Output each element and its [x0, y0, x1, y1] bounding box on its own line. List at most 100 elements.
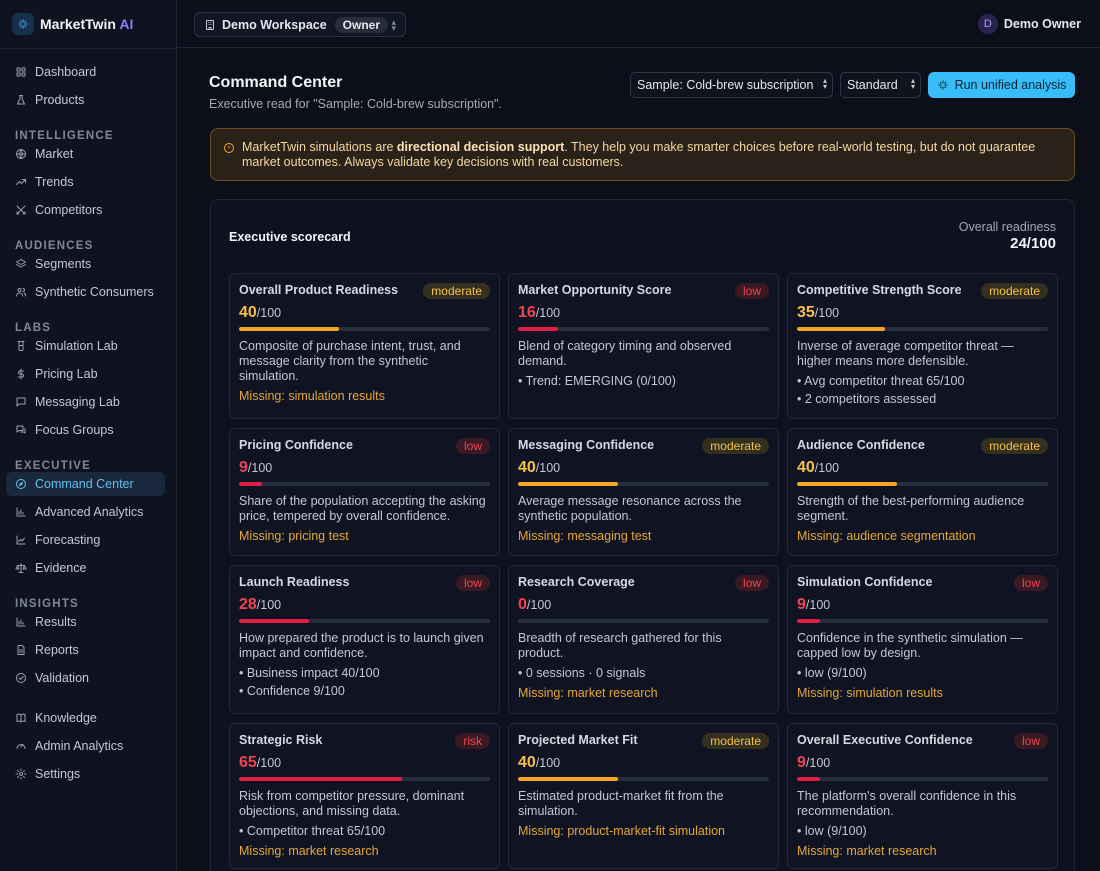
- score-detail: • 2 competitors assessed: [797, 392, 937, 406]
- sidebar-item-forecasting[interactable]: Forecasting: [6, 528, 165, 552]
- score-progress-fill: [797, 327, 885, 331]
- sidebar-item-label: Pricing Lab: [35, 367, 98, 381]
- sidebar-item-focus-groups[interactable]: Focus Groups: [6, 418, 165, 442]
- score-number: 0: [518, 596, 527, 613]
- score-card-title: Market Opportunity Score: [518, 283, 672, 297]
- missing-data-note: Missing: market research: [797, 844, 937, 858]
- sidebar-item-competitors[interactable]: Competitors: [6, 198, 165, 222]
- score-card-simulation-confidence: Simulation Confidence low 9/100 Confidence …: [787, 565, 1058, 714]
- score-card-market-opportunity-score: Market Opportunity Score low 16/100 Blend o…: [508, 273, 779, 419]
- score-number: 9: [797, 754, 806, 771]
- sidebar-item-label: Competitors: [35, 203, 103, 217]
- building-icon: [206, 19, 214, 30]
- bar-chart-icon: [16, 617, 26, 627]
- score-progress-bar: [797, 777, 1048, 781]
- sidebar-item-label: Results: [35, 615, 77, 629]
- score-value: 65/100: [239, 754, 490, 772]
- run-analysis-button[interactable]: Run unified analysis: [928, 72, 1075, 98]
- sidebar-item-dashboard[interactable]: Dashboard: [6, 60, 165, 84]
- check-circle-icon: [16, 673, 26, 683]
- page-subtitle: Executive read for "Sample: Cold-brew su…: [209, 97, 503, 111]
- overall-readiness-label: Overall readiness: [958, 220, 1056, 234]
- brand[interactable]: MarketTwin AI: [0, 0, 176, 48]
- level-badge: low: [734, 283, 769, 299]
- sidebar-item-simulation-lab[interactable]: Simulation Lab: [6, 334, 165, 358]
- score-denominator: /100: [805, 756, 831, 770]
- beaker-icon: [17, 341, 25, 351]
- sidebar-item-command-center[interactable]: Command Center: [6, 472, 165, 496]
- mode-select[interactable]: Standard ▴ ▾: [840, 72, 921, 98]
- score-card-title: Simulation Confidence: [797, 575, 933, 589]
- score-number: 35: [797, 304, 815, 321]
- sidebar-item-knowledge[interactable]: Knowledge: [6, 706, 165, 730]
- score-value: 40/100: [797, 459, 1048, 477]
- brand-name: MarketTwin AI: [40, 16, 134, 32]
- score-progress-fill: [797, 482, 898, 486]
- sidebar-item-advanced-analytics[interactable]: Advanced Analytics: [6, 500, 165, 524]
- score-description: Strength of the best-performing audience…: [797, 494, 1025, 523]
- sidebar-item-market[interactable]: Market: [6, 142, 165, 166]
- score-progress-fill: [518, 327, 559, 331]
- level-badge: low: [455, 438, 490, 454]
- score-denominator: /100: [814, 306, 840, 320]
- score-card-title: Launch Readiness: [239, 575, 350, 589]
- score-denominator: /100: [535, 756, 561, 770]
- score-denominator: /100: [256, 756, 282, 770]
- workspace-name: Demo Workspace: [222, 17, 327, 32]
- score-progress-bar: [518, 777, 769, 781]
- score-card-pricing-confidence: Pricing Confidence low 9/100 Share of the p…: [229, 428, 500, 556]
- sidebar-item-label: Settings: [35, 767, 81, 781]
- score-denominator: /100: [247, 461, 273, 475]
- sidebar-item-synthetic-consumers[interactable]: Synthetic Consumers: [6, 280, 165, 304]
- sidebar-item-evidence[interactable]: Evidence: [6, 556, 165, 580]
- user-menu[interactable]: D Demo Owner: [977, 14, 1081, 34]
- score-denominator: /100: [805, 598, 831, 612]
- mode-select-value: Standard: [847, 78, 898, 92]
- nav-section-audiences: AUDIENCES: [15, 240, 94, 252]
- score-progress-bar: [797, 482, 1048, 486]
- sidebar-item-results[interactable]: Results: [6, 610, 165, 634]
- score-card-audience-confidence: Audience Confidence moderate 40/100 Strengt…: [787, 428, 1058, 556]
- main-content: Command Center Executive read for "Sampl…: [177, 49, 1100, 871]
- gauge-icon: [16, 744, 26, 749]
- score-card-overall-executive-confidence: Overall Executive Confidence low 9/100 The …: [787, 723, 1058, 869]
- score-description: Average message resonance across the syn…: [518, 494, 742, 523]
- message-icon: [16, 397, 26, 407]
- score-card-strategic-risk: Strategic Risk risk 65/100 Risk from compet…: [229, 723, 500, 869]
- sidebar-item-reports[interactable]: Reports: [6, 638, 165, 662]
- sidebar-item-label: Messaging Lab: [35, 395, 120, 409]
- sidebar-item-settings[interactable]: Settings: [6, 762, 165, 786]
- bar-chart-icon: [16, 507, 26, 517]
- level-badge: moderate: [423, 283, 490, 299]
- sidebar-item-validation[interactable]: Validation: [6, 666, 165, 690]
- score-number: 40: [239, 304, 257, 321]
- sidebar-item-admin-analytics[interactable]: Admin Analytics: [6, 734, 165, 758]
- sidebar-item-trends[interactable]: Trends: [6, 170, 165, 194]
- product-select[interactable]: Sample: Cold-brew subscription ▴ ▾: [630, 72, 833, 98]
- missing-data-note: Missing: market research: [239, 844, 379, 858]
- sidebar-item-label: Command Center: [35, 477, 134, 491]
- score-detail: • Confidence 9/100: [239, 684, 345, 698]
- sidebar-item-messaging-lab[interactable]: Messaging Lab: [6, 390, 165, 414]
- sparkle-logo-icon: [12, 13, 34, 35]
- score-denominator: /100: [814, 461, 840, 475]
- sidebar-item-pricing-lab[interactable]: Pricing Lab: [6, 362, 165, 386]
- workspace-switcher[interactable]: Demo Workspace Owner ▴ ▾: [194, 12, 406, 37]
- page-title: Command Center: [209, 74, 343, 91]
- score-value: 0/100: [518, 596, 769, 614]
- score-card-launch-readiness: Launch Readiness low 28/100 How prepared th…: [229, 565, 500, 714]
- sidebar-item-products[interactable]: Products: [6, 88, 165, 112]
- score-card-title: Strategic Risk: [239, 733, 323, 747]
- score-card-competitive-strength-score: Competitive Strength Score moderate 35/100…: [787, 273, 1058, 419]
- score-progress-fill: [797, 619, 820, 623]
- level-badge: low: [455, 575, 490, 591]
- sidebar-item-segments[interactable]: Segments: [6, 252, 165, 276]
- executive-scorecard: Executive scorecard Overall readiness 24…: [210, 199, 1075, 871]
- score-value: 28/100: [239, 596, 490, 614]
- score-value: 16/100: [518, 304, 769, 322]
- score-card-title: Overall Executive Confidence: [797, 733, 973, 747]
- score-number: 9: [797, 596, 806, 613]
- missing-data-note: Missing: audience segmentation: [797, 529, 976, 543]
- score-detail: • low (9/100): [797, 666, 867, 680]
- score-progress-bar: [239, 777, 490, 781]
